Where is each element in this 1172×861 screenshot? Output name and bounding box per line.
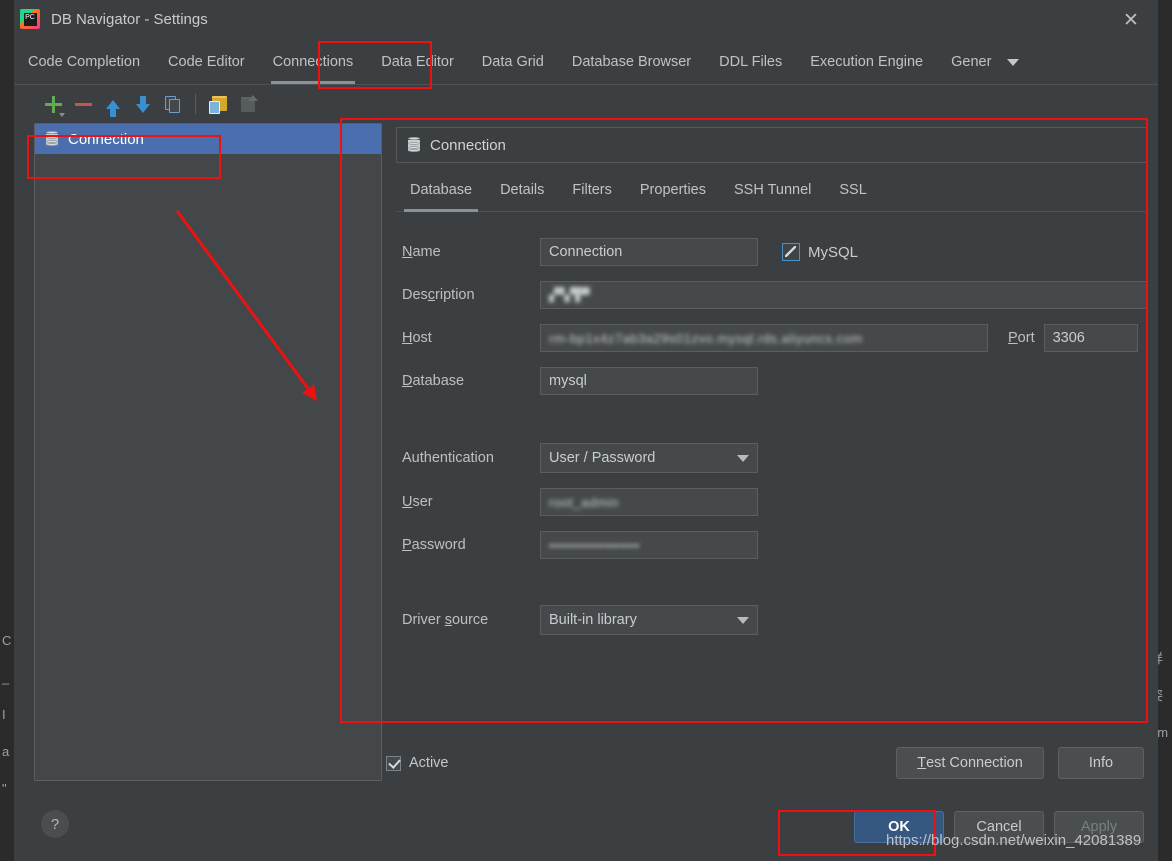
authentication-label: Authentication xyxy=(402,450,494,466)
tab-data-editor[interactable]: Data Editor xyxy=(367,40,468,84)
export-settings-button[interactable] xyxy=(233,89,263,119)
close-icon[interactable]: ✕ xyxy=(1114,4,1148,36)
tab-ssl[interactable]: SSL xyxy=(825,169,880,211)
authentication-value: User / Password xyxy=(549,450,656,466)
detail-footer: Active Test Connection Info xyxy=(34,742,1144,784)
remove-connection-button[interactable] xyxy=(68,89,98,119)
description-input[interactable]: ▞▚▜▀ xyxy=(540,281,1147,309)
user-label: User xyxy=(402,494,433,510)
list-item-label: Connection xyxy=(68,130,144,148)
add-connection-button[interactable] xyxy=(38,89,68,119)
arrow-up-icon xyxy=(106,99,120,117)
host-input[interactable]: rm-bp1x4z7ab3a29s01zvo.mysql.rds.aliyunc… xyxy=(540,324,988,352)
database-form: Name Connection MySQL Description ▞▚▜▀ H… xyxy=(392,212,1152,635)
watermark-text: https://blog.csdn.net/weixin_42081389 xyxy=(886,832,1142,849)
user-input[interactable]: root_admin xyxy=(540,488,758,516)
tab-ddl-files[interactable]: DDL Files xyxy=(705,40,796,84)
password-value-redacted: •••••••••••••••••• xyxy=(549,537,640,553)
port-input[interactable]: 3306 xyxy=(1043,324,1138,352)
database-icon xyxy=(407,137,421,153)
detail-header: Connection xyxy=(396,127,1148,163)
port-label: Port xyxy=(1008,330,1035,346)
password-label: Password xyxy=(402,537,466,553)
detail-header-title: Connection xyxy=(430,136,506,154)
window-title: DB Navigator - Settings xyxy=(51,11,208,28)
tab-details[interactable]: Details xyxy=(486,169,558,211)
field-row-description: Description ▞▚▜▀ xyxy=(402,281,1152,309)
field-row-host: Host rm-bp1x4z7ab3a29s01zvo.mysql.rds.al… xyxy=(402,324,1152,352)
tab-data-grid[interactable]: Data Grid xyxy=(468,40,558,84)
tab-overflow-button[interactable] xyxy=(1005,40,1027,84)
password-input[interactable]: •••••••••••••••••• xyxy=(540,531,758,559)
plus-icon xyxy=(44,95,65,117)
title-bar: PC DB Navigator - Settings ✕ xyxy=(14,0,1158,40)
driver-source-value: Built-in library xyxy=(549,612,637,628)
pycharm-icon: PC xyxy=(20,9,40,29)
tab-code-editor[interactable]: Code Editor xyxy=(154,40,259,84)
chevron-down-icon xyxy=(1007,58,1020,66)
settings-tab-strip: Code Completion Code Editor Connections … xyxy=(14,40,1158,85)
tab-database-browser[interactable]: Database Browser xyxy=(558,40,705,84)
help-button[interactable]: ? xyxy=(41,810,69,838)
driver-source-label: Driver source xyxy=(402,612,489,628)
settings-dialog: PC DB Navigator - Settings ✕ Code Comple… xyxy=(14,0,1158,861)
tab-database[interactable]: Database xyxy=(396,169,486,212)
host-value-redacted: rm-bp1x4z7ab3a29s01zvo.mysql.rds.aliyunc… xyxy=(549,330,863,346)
test-connection-button[interactable]: Test Connection xyxy=(896,747,1044,779)
arrow-down-icon xyxy=(136,95,150,113)
driver-source-select[interactable]: Built-in library xyxy=(540,605,758,635)
tab-connections[interactable]: Connections xyxy=(259,40,368,84)
mysql-icon xyxy=(782,243,800,261)
toolbar-separator xyxy=(195,94,196,114)
database-type: MySQL xyxy=(782,243,858,261)
tab-code-completion[interactable]: Code Completion xyxy=(14,40,154,84)
tab-general[interactable]: Gener xyxy=(937,40,1005,84)
detail-tabs: Database Details Filters Properties SSH … xyxy=(396,169,1148,212)
field-row-authentication: Authentication User / Password xyxy=(402,443,1152,473)
tab-properties[interactable]: Properties xyxy=(626,169,720,211)
move-up-button[interactable] xyxy=(98,89,128,119)
tab-ssh-tunnel[interactable]: SSH Tunnel xyxy=(720,169,825,211)
field-row-password: Password •••••••••••••••••• xyxy=(402,531,1152,559)
import-settings-button[interactable] xyxy=(203,89,233,119)
tab-execution-engine[interactable]: Execution Engine xyxy=(796,40,937,84)
connection-list[interactable]: Connection xyxy=(34,123,382,781)
settings-window-root: C_Ia" a'a" 祥姿em フ种em PC DB Navigator - S… xyxy=(0,0,1172,861)
field-row-name: Name Connection MySQL xyxy=(402,238,1152,266)
name-label: Name xyxy=(402,244,441,260)
active-checkbox[interactable] xyxy=(386,755,401,771)
field-row-user: User root_admin xyxy=(402,488,1152,516)
field-row-database: Database mysql xyxy=(402,367,1152,395)
info-button[interactable]: Info xyxy=(1058,747,1144,779)
name-input[interactable]: Connection xyxy=(540,238,758,266)
database-type-label: MySQL xyxy=(808,243,859,261)
copy-icon xyxy=(165,95,181,113)
tab-filters[interactable]: Filters xyxy=(558,169,625,211)
settings-tabs: Code Completion Code Editor Connections … xyxy=(14,40,1027,84)
description-label: Description xyxy=(402,287,475,303)
description-value-redacted: ▞▚▜▀ xyxy=(549,287,591,302)
connections-toolbar xyxy=(14,85,1158,123)
minus-icon xyxy=(74,102,92,106)
move-down-button[interactable] xyxy=(128,89,158,119)
host-label: Host xyxy=(402,330,432,346)
database-label: Database xyxy=(402,373,465,389)
export-icon xyxy=(239,95,258,113)
import-icon xyxy=(208,95,228,114)
duplicate-button[interactable] xyxy=(158,89,188,119)
connection-detail-panel: Connection Database Details Filters Prop… xyxy=(392,123,1152,781)
active-label: Active xyxy=(409,755,449,771)
database-input[interactable]: mysql xyxy=(540,367,758,395)
field-row-driver-source: Driver source Built-in library xyxy=(402,605,1152,635)
authentication-select[interactable]: User / Password xyxy=(540,443,758,473)
chevron-down-icon xyxy=(737,616,749,624)
list-item-connection[interactable]: Connection xyxy=(35,124,381,154)
database-icon xyxy=(45,131,59,147)
user-value-redacted: root_admin xyxy=(549,494,620,510)
chevron-down-icon xyxy=(737,454,749,462)
active-checkbox-wrap[interactable]: Active xyxy=(386,755,449,771)
connections-body: Connection Connection Database Details F… xyxy=(14,123,1158,783)
